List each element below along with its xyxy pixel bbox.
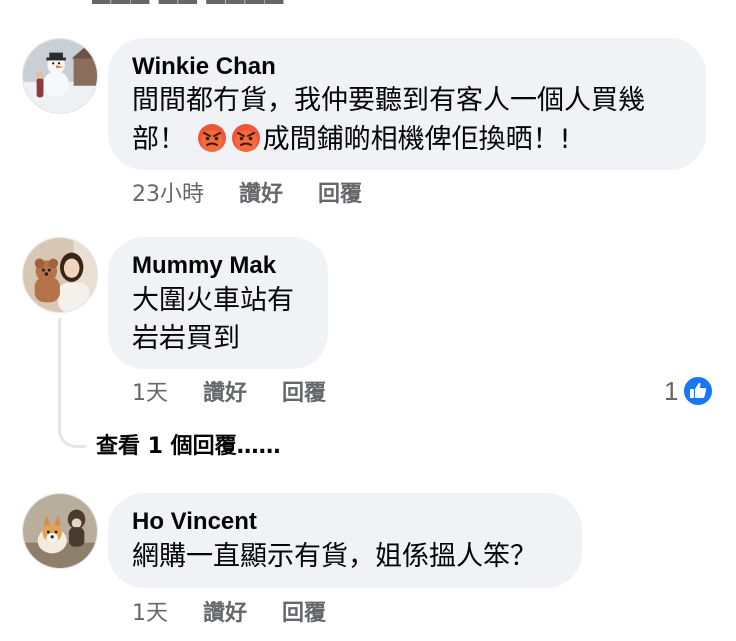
dogs-avatar-icon xyxy=(23,494,97,568)
comment-text-fragment: 成間鋪啲相機俾佢換晒！! xyxy=(262,124,571,155)
reply-thread-line xyxy=(58,318,86,448)
comment-text-line: 部！ 成間鋪啲相機俾佢換晒！! xyxy=(132,121,570,159)
avatar[interactable] xyxy=(22,237,98,313)
like-thumb-icon xyxy=(682,375,715,407)
snowman-avatar-icon xyxy=(23,39,97,113)
comment-timestamp[interactable]: 23小時 xyxy=(132,182,204,207)
avatar[interactable] xyxy=(22,38,98,114)
comment-timestamp[interactable]: 1天 xyxy=(132,381,168,406)
view-replies-link[interactable]: 查看 1 個回覆…… xyxy=(96,432,281,462)
comment-text-line: 岩岩買到 xyxy=(132,323,240,354)
reaction-count: 1 xyxy=(664,375,679,406)
comment-meta: 1天 讚好 回覆 xyxy=(132,380,326,408)
comment-text-line: 大圍火車站有 xyxy=(132,285,294,316)
comment-author[interactable]: Ho Vincent xyxy=(132,508,257,536)
like-button[interactable]: 讚好 xyxy=(203,601,247,626)
avatar[interactable] xyxy=(22,493,98,569)
comment-author[interactable]: Winkie Chan xyxy=(132,53,276,81)
comment-meta: 23小時 讚好 回覆 xyxy=(132,181,362,209)
reply-button[interactable]: 回覆 xyxy=(282,601,326,626)
reaction-summary[interactable]: 1 xyxy=(664,374,715,408)
comment-text-line: 間間都冇貨，我仲要聽到有客人一個人買幾 xyxy=(132,85,645,116)
comment-timestamp[interactable]: 1天 xyxy=(132,601,168,626)
comment-text-fragment: 部！ xyxy=(132,124,186,155)
reply-button[interactable]: 回覆 xyxy=(318,182,362,207)
comment-meta: 1天 讚好 回覆 xyxy=(132,600,326,628)
woman-with-dog-avatar-icon xyxy=(23,238,97,312)
angry-face-icon xyxy=(197,123,227,153)
reply-button[interactable]: 回覆 xyxy=(282,381,326,406)
like-button[interactable]: 讚好 xyxy=(203,381,247,406)
comment-text-line: 網購一直顯示有貨，姐係搵人笨？ xyxy=(132,541,537,572)
previous-content-fragment: ▆▆▆ ▆▆ ▆▆▆▆ xyxy=(92,0,297,4)
like-button[interactable]: 讚好 xyxy=(239,182,283,207)
comment-author[interactable]: Mummy Mak xyxy=(132,252,276,280)
angry-face-icon xyxy=(231,123,261,153)
